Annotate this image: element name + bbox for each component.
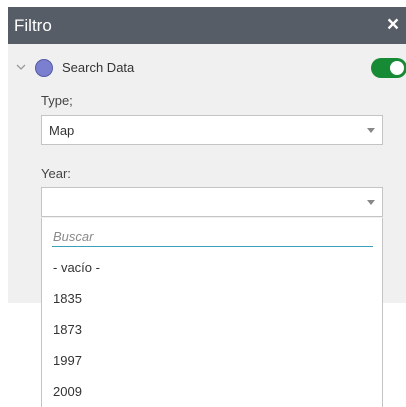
close-icon[interactable]: × [382,13,404,37]
year-dropdown-list: - vacío - 1835 1873 1997 2009 [41,218,383,407]
panel-header: Filtro × [8,7,406,44]
dropdown-search-input[interactable] [52,227,373,247]
dropdown-option[interactable]: 2009 [42,376,382,407]
type-label: Type; [41,93,73,108]
dropdown-option[interactable]: 1997 [42,345,382,376]
year-select[interactable] [41,187,383,217]
year-label: Year: [41,166,71,181]
layer-row[interactable]: Search Data [8,55,406,81]
caret-down-icon [367,200,375,205]
type-select[interactable]: Map [41,115,383,145]
dropdown-option[interactable]: 1873 [42,314,382,345]
caret-down-icon [367,128,375,133]
type-select-value: Map [49,123,75,138]
panel-title: Filtro [14,16,52,35]
layer-label: Search Data [62,60,135,75]
dropdown-option[interactable]: 1835 [42,283,382,314]
layer-color-dot [35,59,53,77]
layer-toggle[interactable] [371,58,406,78]
toggle-knob [390,61,404,75]
dropdown-option-empty[interactable]: - vacío - [42,252,382,283]
chevron-down-icon[interactable] [15,61,27,73]
